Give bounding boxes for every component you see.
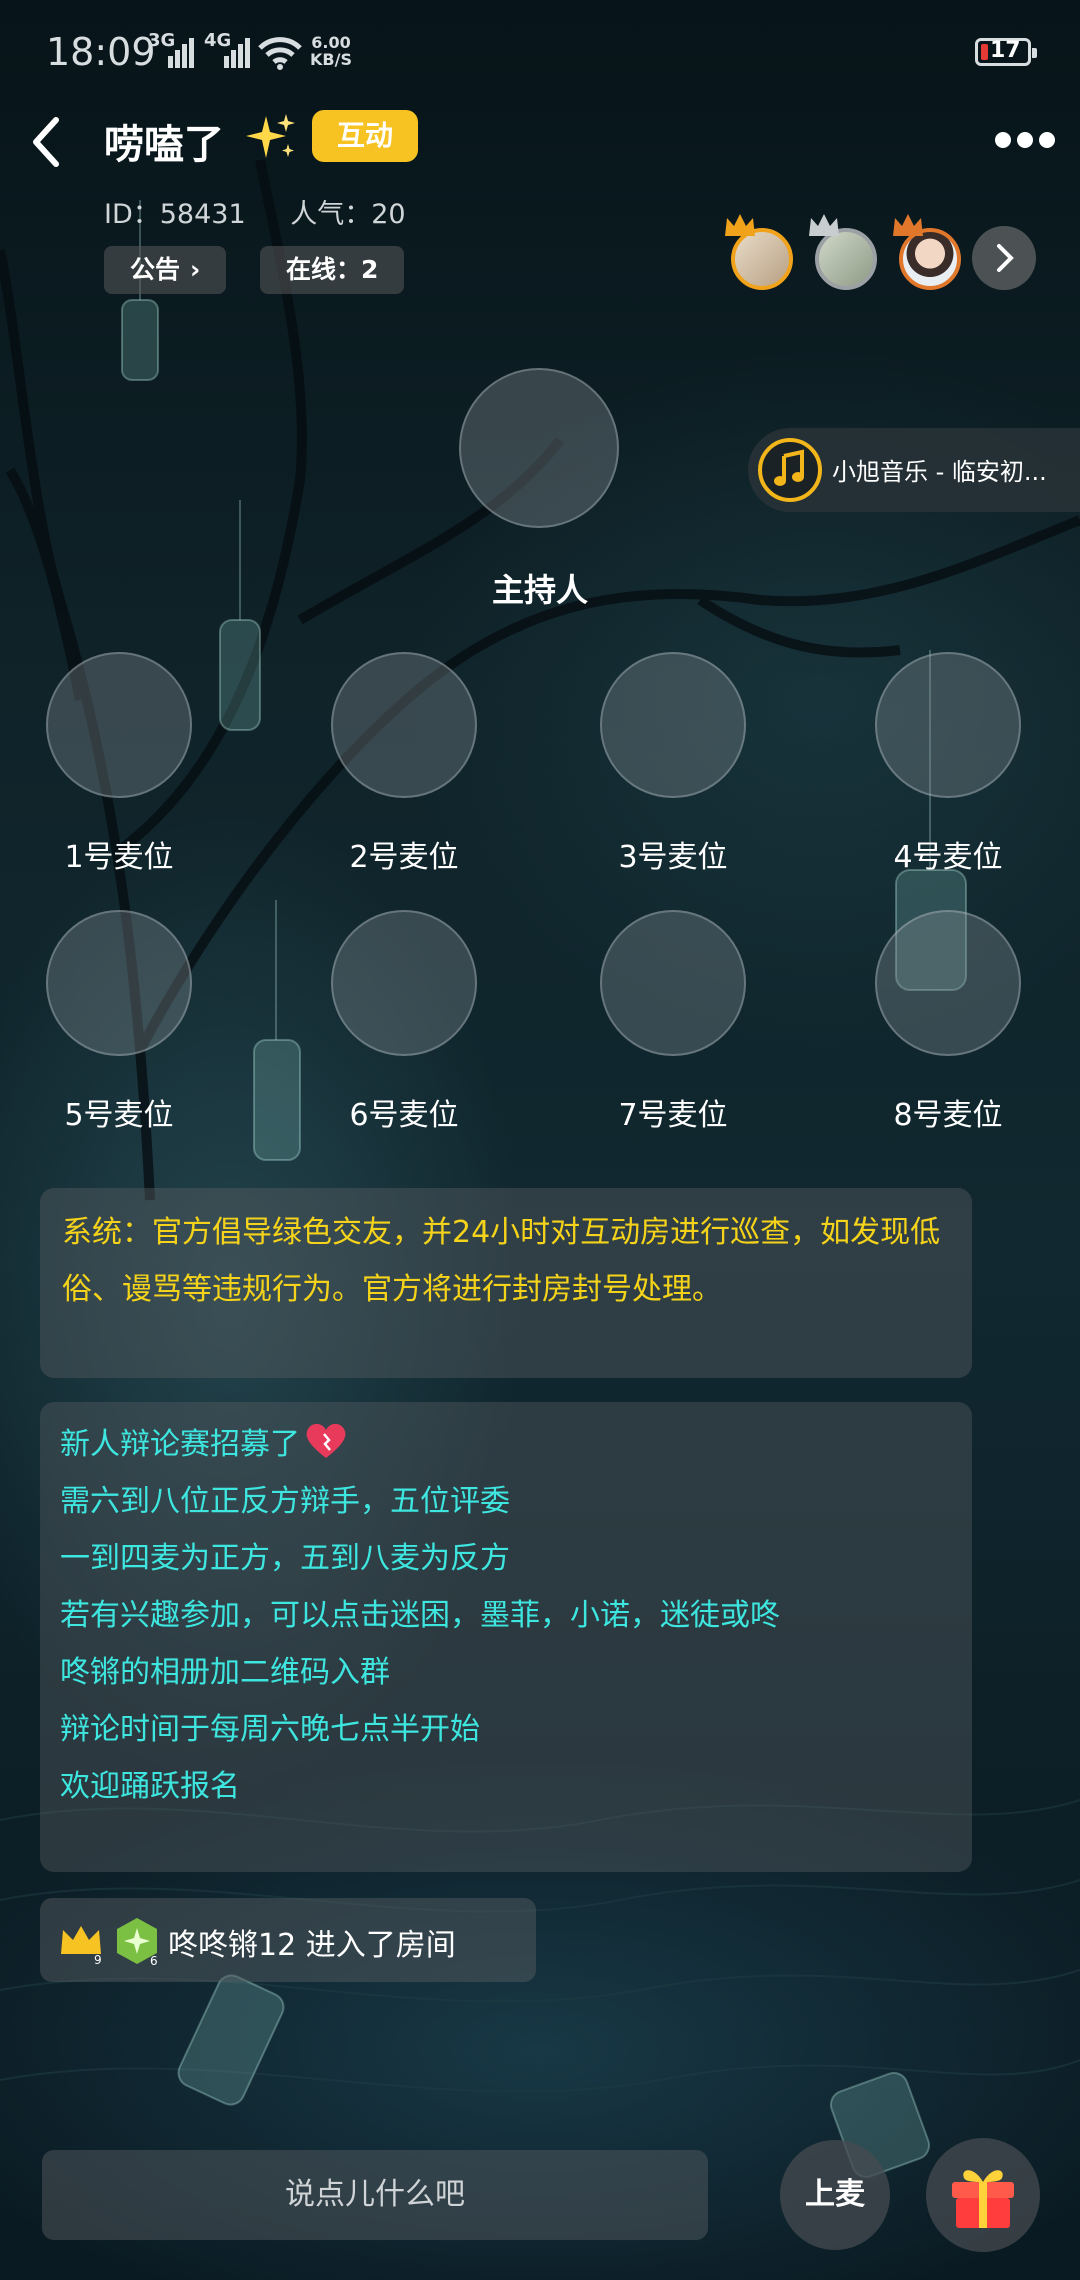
notice-line: 欢迎踊跃报名 bbox=[60, 1769, 240, 1804]
gift-icon bbox=[952, 2170, 1014, 2228]
room-name: 唠嗑了 bbox=[104, 122, 224, 168]
mic-seat-6[interactable] bbox=[331, 910, 477, 1056]
music-title: 小旭音乐 - 临安初... bbox=[832, 458, 1047, 486]
mic-seat-7[interactable] bbox=[600, 910, 746, 1056]
mic-seat-2[interactable] bbox=[331, 652, 477, 798]
gift-button[interactable] bbox=[926, 2138, 1040, 2252]
crown-icon bbox=[809, 214, 839, 236]
mic-seat-label: 2号麦位 bbox=[349, 840, 459, 875]
enter-room-message: 9 6 咚咚锵12 进入了房间 bbox=[40, 1898, 536, 1982]
battery-level bbox=[981, 44, 988, 60]
host-seat[interactable] bbox=[459, 368, 619, 528]
status-time: 18:09 bbox=[46, 30, 156, 74]
room-notice: 新人辩论赛招募了 需六到八位正反方辩手，五位评委 一到四麦为正方，五到八麦为反方… bbox=[40, 1402, 972, 1872]
music-note-icon bbox=[758, 438, 822, 502]
battery-icon: 17 bbox=[975, 38, 1037, 66]
mic-seat-label: 6号麦位 bbox=[349, 1098, 459, 1133]
more-options-icon[interactable] bbox=[995, 132, 1061, 152]
battery-percent: 17 bbox=[990, 38, 1021, 63]
network-speed: 6.00 KB/S bbox=[310, 34, 352, 68]
chevron-right-icon bbox=[997, 244, 1014, 272]
signal-bars-icon bbox=[224, 38, 250, 68]
sparkle-icon bbox=[246, 114, 295, 158]
system-message: 系统：官方倡导绿色交友，并24小时对互动房进行巡查，如发现低俗、谩骂等违规行为。… bbox=[40, 1188, 972, 1378]
crown-icon bbox=[725, 214, 755, 236]
mic-seat-label: 7号麦位 bbox=[618, 1098, 728, 1133]
room-type-tag: 互动 bbox=[312, 110, 418, 162]
crown-icon bbox=[893, 214, 923, 236]
chat-input[interactable]: 说点儿什么吧 bbox=[42, 2150, 708, 2240]
svg-text:9: 9 bbox=[94, 1953, 102, 1964]
online-count-button[interactable]: 在线：2 bbox=[260, 246, 405, 294]
room-id: ID：58431 bbox=[104, 199, 246, 230]
wifi-icon bbox=[258, 37, 302, 70]
announcement-label: 公告 bbox=[130, 255, 181, 284]
speed-value: 6.00 bbox=[311, 33, 351, 52]
notice-line: 若有兴趣参加，可以点击迷困，墨菲，小诺，迷徒或咚 bbox=[60, 1598, 780, 1633]
online-count-label: 在线：2 bbox=[286, 255, 379, 284]
heart-icon bbox=[306, 1423, 346, 1458]
mic-seat-label: 4号麦位 bbox=[893, 840, 1003, 875]
room-meta: ID：58431 人气：20 bbox=[104, 192, 442, 231]
announcement-button[interactable]: 公告 › bbox=[104, 246, 227, 294]
mic-seat-label: 5号麦位 bbox=[64, 1098, 174, 1133]
level-badge-icon: 6 bbox=[117, 1918, 158, 1966]
notice-line: 咚锵的相册加二维码入群 bbox=[60, 1655, 390, 1690]
notice-line: 一到四麦为正方，五到八麦为反方 bbox=[60, 1541, 510, 1576]
top-user-avatar-3[interactable] bbox=[893, 214, 961, 290]
mic-seat-label: 3号麦位 bbox=[618, 840, 728, 875]
mic-seat-5[interactable] bbox=[46, 910, 192, 1056]
mic-seat-4[interactable] bbox=[875, 652, 1021, 798]
top-user-avatar-2[interactable] bbox=[809, 214, 877, 290]
svg-text:6: 6 bbox=[150, 1954, 158, 1966]
speed-unit: KB/S bbox=[310, 50, 352, 69]
enter-message-text: 咚咚锵12 进入了房间 bbox=[168, 1928, 456, 1963]
mic-seat-3[interactable] bbox=[600, 652, 746, 798]
status-bar: 18:09 3G 4G 6.00 KB/S 17 bbox=[0, 0, 1080, 110]
music-player[interactable]: 小旭音乐 - 临安初... bbox=[748, 428, 1080, 512]
mic-seat-8[interactable] bbox=[875, 910, 1021, 1056]
notice-line: 辩论时间于每周六晚七点半开始 bbox=[60, 1712, 480, 1747]
notice-line: 需六到八位正反方辩手，五位评委 bbox=[60, 1484, 510, 1519]
mic-seat-1[interactable] bbox=[46, 652, 192, 798]
take-mic-button[interactable]: 上麦 bbox=[780, 2140, 890, 2250]
top-user-avatar-1[interactable] bbox=[725, 214, 793, 290]
mic-seat-label: 1号麦位 bbox=[64, 840, 174, 875]
back-arrow-icon[interactable] bbox=[26, 112, 66, 172]
notice-line-text: 新人辩论赛招募了 bbox=[60, 1427, 300, 1462]
room-popularity: 人气：20 bbox=[290, 199, 406, 230]
signal-bars-icon bbox=[168, 38, 194, 68]
host-label: 主持人 bbox=[491, 571, 588, 609]
mic-seat-label: 8号麦位 bbox=[893, 1098, 1003, 1133]
chevron-right-icon: › bbox=[190, 255, 201, 284]
crown-badge-icon: 9 bbox=[61, 1926, 102, 1964]
more-users-button[interactable] bbox=[972, 226, 1036, 290]
notice-line: 新人辩论赛招募了 bbox=[60, 1416, 952, 1473]
